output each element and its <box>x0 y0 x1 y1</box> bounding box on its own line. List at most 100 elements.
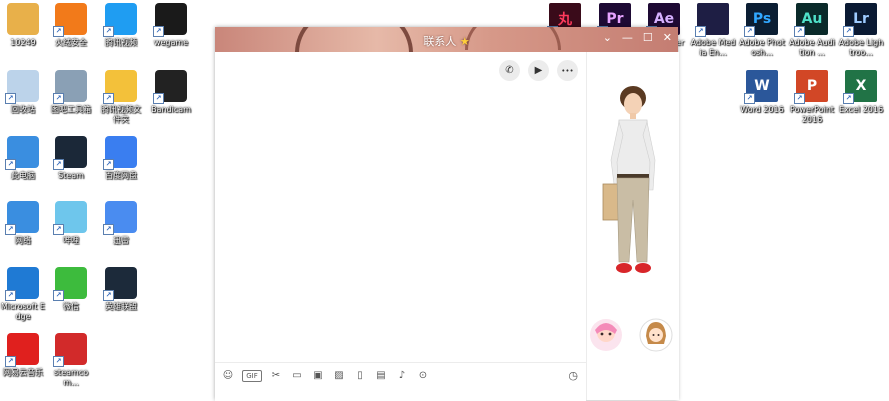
shortcut-arrow-icon: ↗ <box>53 26 64 37</box>
excel-icon: X ↗ <box>843 70 877 104</box>
wechat-icon: ↗ <box>53 267 87 301</box>
shortcut-arrow-icon: ↗ <box>794 26 805 37</box>
avatar-panel <box>586 52 679 400</box>
shortcut-arrow-icon: ↗ <box>794 93 805 104</box>
desktop-icon-label: Word 2016 <box>740 105 784 114</box>
shortcut-arrow-icon: ↗ <box>843 93 854 104</box>
screenshot-icon[interactable]: ✂ <box>269 369 283 383</box>
desktop-icon[interactable]: ↗ 腾讯视频 <box>98 3 144 48</box>
voice-call-icon[interactable]: ✆ <box>499 60 520 81</box>
gif-icon[interactable]: GIF <box>242 370 262 382</box>
toolbar-tools: ☺ GIF ✂ ▭ ▣ ▨ ▯ ▤ ♪ ⊙ <box>221 369 430 383</box>
desktop-icon[interactable]: ↗ 迅雷 <box>98 201 144 246</box>
desktop-icon-label: steamcom... <box>53 368 89 387</box>
desktop-icon[interactable]: ↗ 腾讯视频文件夹 <box>98 70 144 125</box>
desktop-icon-label: 腾讯视频 <box>105 38 137 47</box>
desktop-icon[interactable]: ↗ Bandicam <box>148 70 194 115</box>
more-icon[interactable]: ••• <box>557 60 578 81</box>
desktop-icon[interactable]: ↗ 微信 <box>48 267 94 312</box>
shortcut-arrow-icon: ↗ <box>53 356 64 367</box>
desktop-icon[interactable]: Ps ↗ Adobe Photosh... <box>739 3 785 58</box>
desktop-icon[interactable]: ↗ 网络 <box>0 201 46 246</box>
desktop-icon[interactable]: ↗ 百度网盘 <box>98 136 144 181</box>
pet-avatar-icon[interactable] <box>589 318 623 352</box>
shortcut-arrow-icon: ↗ <box>153 93 164 104</box>
desktop-icon[interactable]: ↗ Microsoft Edge <box>0 267 46 322</box>
window-controls: ⌄ — ☐ ✕ <box>603 31 672 45</box>
steam-icon: ↗ <box>53 136 87 170</box>
computer-icon: ↗ <box>5 136 39 170</box>
desktop-icon-label: Bandicam <box>151 105 191 114</box>
input-toolbar: ☺ GIF ✂ ▭ ▣ ▨ ▯ ▤ ♪ ⊙ ◷ <box>215 362 586 401</box>
desktop-icon[interactable]: 10249 <box>0 3 46 48</box>
desktop-icon[interactable]: Lr ↗ Adobe Lightroo... <box>838 3 884 58</box>
desktop-icon[interactable]: ↗ Adobe Media En... <box>690 3 736 58</box>
network-icon: ↗ <box>5 201 39 235</box>
contact-avatar-icon[interactable] <box>639 318 673 352</box>
shortcut-arrow-icon: ↗ <box>744 93 755 104</box>
desktop-icon[interactable]: ↗ 图吧工具箱 <box>48 70 94 115</box>
maximize-button[interactable]: ☐ <box>643 31 653 45</box>
edge-icon: ↗ <box>5 267 39 301</box>
shortcut-arrow-icon: ↗ <box>103 290 114 301</box>
desktop-icon-label: wegame <box>153 38 189 47</box>
desktop-icon-label: Adobe Lightroo... <box>838 38 884 57</box>
image-icon[interactable]: ▨ <box>332 369 346 383</box>
music-icon[interactable]: ♪ <box>395 369 409 383</box>
shake-icon[interactable]: ▯ <box>353 369 367 383</box>
desktop-icon[interactable]: ↗ 网易云音乐 <box>0 333 46 378</box>
baidu-netdisk-icon: ↗ <box>103 136 137 170</box>
shortcut-arrow-icon: ↗ <box>5 224 16 235</box>
desktop-icon-label: 哔哩 <box>63 236 79 245</box>
desktop-icon[interactable]: ↗ 哔哩 <box>48 201 94 246</box>
sticker-icon[interactable]: ▣ <box>311 369 325 383</box>
desktop-icon-label: 此电脑 <box>11 171 35 180</box>
shortcut-arrow-icon: ↗ <box>5 356 16 367</box>
desktop-icon[interactable]: ↗ 此电脑 <box>0 136 46 181</box>
more-tools-icon[interactable]: ⊙ <box>416 369 430 383</box>
audition-icon: Au ↗ <box>794 3 828 37</box>
lol-icon: ↗ <box>103 267 137 301</box>
desktop-icon[interactable]: ↗ wegame <box>148 3 194 48</box>
wegame-icon: ↗ <box>153 3 187 37</box>
shortcut-arrow-icon: ↗ <box>744 26 755 37</box>
bandicam-icon: ↗ <box>153 70 187 104</box>
minimize-button[interactable]: — <box>622 31 633 45</box>
desktop-icon-label: Adobe Audition ... <box>789 38 835 57</box>
emoji-icon[interactable]: ☺ <box>221 369 235 383</box>
desktop-icon-label: Steam <box>58 171 84 180</box>
desktop-icon[interactable]: ↗ 回收站 <box>0 70 46 115</box>
shortcut-arrow-icon: ↗ <box>695 26 706 37</box>
desktop-icon-label: 网易云音乐 <box>3 368 43 377</box>
recycle-bin-icon: ↗ <box>5 70 39 104</box>
dropdown-icon[interactable]: ⌄ <box>603 31 612 45</box>
huorong-icon: ↗ <box>53 3 87 37</box>
desktop-icon-label: 网络 <box>15 236 31 245</box>
history-icon[interactable]: ◷ <box>568 369 578 382</box>
netease-music-icon: ↗ <box>5 333 39 367</box>
desktop-icon[interactable]: ↗ 火绒安全 <box>48 3 94 48</box>
chat-titlebar[interactable]: 联系人 ★ ⌄ — ☐ ✕ <box>215 27 678 52</box>
file-icon[interactable]: ▭ <box>290 369 304 383</box>
desktop-icon[interactable]: P ↗ PowerPoint 2016 <box>789 70 835 125</box>
shortcut-arrow-icon: ↗ <box>103 224 114 235</box>
red-packet-icon[interactable]: ▤ <box>374 369 388 383</box>
desktop-icon[interactable]: ↗ steamcom... <box>48 333 94 388</box>
desktop-icon[interactable]: X ↗ Excel 2016 <box>838 70 884 115</box>
steamcommunity-icon: ↗ <box>53 333 87 367</box>
shortcut-arrow-icon: ↗ <box>103 159 114 170</box>
desktop-icon-label: 火绒安全 <box>55 38 87 47</box>
desktop-icon[interactable]: Au ↗ Adobe Audition ... <box>789 3 835 58</box>
shortcut-arrow-icon: ↗ <box>53 159 64 170</box>
desktop-icon[interactable]: ↗ 英雄联盟 <box>98 267 144 312</box>
desktop-icon[interactable]: W ↗ Word 2016 <box>739 70 785 115</box>
lightroom-icon: Lr ↗ <box>843 3 877 37</box>
chat-title-text: 联系人 <box>423 35 457 48</box>
xunlei-icon: ↗ <box>103 201 137 235</box>
message-area[interactable]: ✆ ▶ ••• <box>215 52 586 362</box>
photoshop-icon: Ps ↗ <box>744 3 778 37</box>
shortcut-arrow-icon: ↗ <box>153 26 164 37</box>
video-call-icon[interactable]: ▶ <box>528 60 549 81</box>
desktop-icon[interactable]: ↗ Steam <box>48 136 94 181</box>
close-button[interactable]: ✕ <box>663 31 672 45</box>
